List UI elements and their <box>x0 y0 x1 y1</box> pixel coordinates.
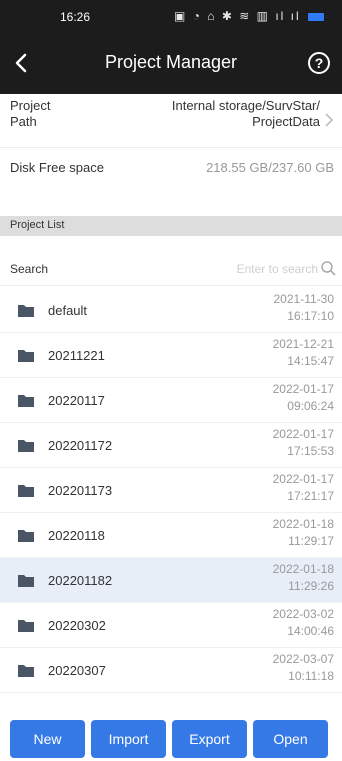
project-date: 2022-03-07 10:11:18 <box>273 651 334 685</box>
project-date-day: 2022-01-17 <box>272 472 334 486</box>
search-icon[interactable] <box>320 260 336 276</box>
list-item[interactable]: 20220302 2022-03-02 14:00:46 <box>0 603 342 648</box>
disk-free-label: Disk Free space <box>10 160 104 175</box>
project-name: 20211221 <box>48 348 105 363</box>
disk-free-value: 218.55 GB/237.60 GB <box>206 160 334 175</box>
project-date-time: 11:29:17 <box>288 534 334 548</box>
folder-icon <box>18 350 34 362</box>
project-date: 2022-01-17 17:15:53 <box>273 426 334 460</box>
project-date-time: 17:15:53 <box>287 444 334 458</box>
project-name: 20220307 <box>48 663 106 678</box>
folder-icon <box>18 440 34 452</box>
project-date-time: 14:00:46 <box>287 624 334 638</box>
project-date-day: 2022-01-18 <box>272 562 334 576</box>
status-icons: ▣ ◔ ⌂ ✱ ≋ ▥ ıl ıl <box>174 9 324 23</box>
project-date-day: 2022-03-07 <box>272 652 334 666</box>
project-path-label-line2: Path <box>10 114 37 129</box>
project-date: 2021-12-21 14:15:47 <box>273 336 334 370</box>
project-date-time: 11:29:26 <box>288 579 334 593</box>
status-bar: 16:26 ▣ ◔ ⌂ ✱ ≋ ▥ ıl ıl <box>0 0 342 36</box>
project-date-day: 2022-01-17 <box>272 382 334 396</box>
project-path-value-line2: ProjectData <box>252 114 320 129</box>
list-item[interactable]: 202201173 2022-01-17 17:21:17 <box>0 468 342 513</box>
project-name: default <box>48 303 88 318</box>
project-date-day: 2022-01-18 <box>272 517 334 531</box>
project-date-day: 2022-03-02 <box>272 607 334 621</box>
folder-icon <box>18 665 34 677</box>
project-date-time: 14:15:47 <box>287 354 334 368</box>
list-item[interactable]: 20220307 2022-03-07 10:11:18 <box>0 648 342 693</box>
project-list-title: Project List <box>10 219 65 231</box>
list-item[interactable]: 20220117 2022-01-17 09:06:24 <box>0 378 342 423</box>
list-item[interactable]: 20220118 2022-01-18 11:29:17 <box>0 513 342 558</box>
list-item[interactable]: default 2021-11-30 16:17:10 <box>0 288 342 333</box>
export-button[interactable]: Export <box>172 720 247 758</box>
project-name: 20220117 <box>48 393 105 408</box>
project-date: 2022-01-18 11:29:26 <box>273 561 334 595</box>
folder-icon <box>18 305 34 317</box>
project-list-header: Project List <box>0 216 342 236</box>
project-path-value: Internal storage/SurvStar/ ProjectData <box>120 98 320 130</box>
project-list: default 2021-11-30 16:17:10 20211221 2021… <box>0 288 342 693</box>
project-date: 2022-01-17 17:21:17 <box>273 471 334 505</box>
project-date-time: 17:21:17 <box>287 489 334 503</box>
project-name: 202201173 <box>48 483 113 498</box>
folder-icon <box>18 620 34 632</box>
open-button[interactable]: Open <box>253 720 328 758</box>
project-date-day: 2022-01-17 <box>272 427 334 441</box>
search-label: Search <box>10 262 49 276</box>
project-path-row[interactable]: Project Path Internal storage/SurvStar/ … <box>0 94 342 148</box>
project-date: 2022-01-18 11:29:17 <box>273 516 334 550</box>
project-date-day: 2021-11-30 <box>273 292 335 306</box>
chevron-right-icon <box>325 113 334 127</box>
project-path-value-line1: Internal storage/SurvStar/ <box>171 98 320 113</box>
list-item-selected[interactable]: 202201182 2022-01-18 11:29:26 <box>0 558 342 603</box>
folder-icon <box>18 575 34 587</box>
list-item[interactable]: 20211221 2021-12-21 14:15:47 <box>0 333 342 378</box>
system-icons: ▣ ◔ ⌂ ✱ ≋ ▥ ıl ıl <box>174 9 301 23</box>
project-name: 202201182 <box>48 573 113 588</box>
project-path-label-line1: Project <box>10 98 51 113</box>
search-row: Search <box>0 252 342 286</box>
help-button[interactable]: ? <box>308 52 330 74</box>
project-path-label: Project Path <box>10 98 90 130</box>
folder-icon <box>18 395 34 407</box>
import-button[interactable]: Import <box>91 720 166 758</box>
project-date: 2021-11-30 16:17:10 <box>274 291 335 325</box>
page-title: Project Manager <box>104 52 238 72</box>
battery-icon <box>308 12 324 21</box>
project-name: 20220118 <box>48 528 105 543</box>
project-name: 20220302 <box>48 618 106 633</box>
folder-icon <box>18 530 34 542</box>
project-date: 2022-03-02 14:00:46 <box>273 606 334 640</box>
list-item[interactable]: 202201172 2022-01-17 17:15:53 <box>0 423 342 468</box>
project-date-day: 2021-12-21 <box>272 337 334 351</box>
search-input[interactable] <box>188 259 318 279</box>
project-date: 2022-01-17 09:06:24 <box>273 381 334 415</box>
project-date-time: 09:06:24 <box>287 399 334 413</box>
project-date-time: 16:17:10 <box>287 309 334 323</box>
project-date-time: 10:11:18 <box>288 669 334 683</box>
new-button[interactable]: New <box>10 720 85 758</box>
action-bar: New Import Export Open <box>0 716 342 761</box>
project-name: 202201172 <box>48 438 113 453</box>
disk-free-row: Disk Free space 218.55 GB/237.60 GB <box>0 148 342 188</box>
status-time: 16:26 <box>60 10 91 24</box>
folder-icon <box>18 485 34 497</box>
question-circle-icon: ? <box>314 55 324 71</box>
title-bar: Project Manager ? <box>0 36 342 94</box>
